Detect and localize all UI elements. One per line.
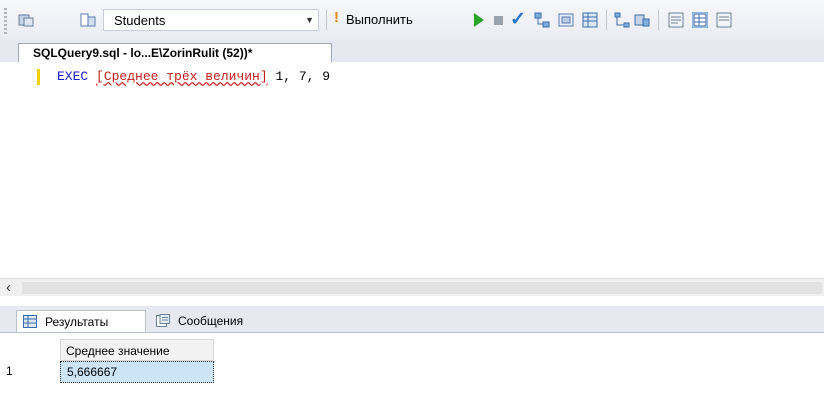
tab-results[interactable]: Результаты [16, 310, 146, 332]
tab-results-label: Результаты [45, 315, 109, 329]
horizontal-scrollbar[interactable]: ‹ [0, 278, 824, 297]
query-editor[interactable]: EXEC [Среднее трёх величин] 1, 7, 9 [0, 62, 824, 278]
execute-icon[interactable]: ! [334, 9, 339, 26]
column-header-label: Среднее значение [66, 344, 170, 358]
changed-line-marker [37, 69, 40, 85]
client-statistics-icon[interactable] [634, 12, 650, 28]
sql-keyword: EXEC [57, 69, 89, 84]
scrollbar-track[interactable] [22, 282, 822, 294]
row-number[interactable]: 1 [6, 364, 13, 378]
procedure-name: [Среднее трёх величин] [96, 69, 268, 84]
tab-query-title: SQLQuery9.sql - lo...E\ZorinRulit (52))* [33, 46, 253, 60]
include-actual-plan-icon[interactable] [614, 12, 630, 28]
tab-query-document[interactable]: SQLQuery9.sql - lo...E\ZorinRulit (52))* [18, 43, 332, 62]
column-header[interactable]: Среднее значение [60, 339, 214, 361]
available-databases-icon[interactable] [80, 12, 96, 28]
toolbar-grip[interactable] [4, 8, 7, 34]
database-selector[interactable]: Students ▼ [103, 9, 319, 31]
database-selector-value: Students [114, 13, 166, 28]
toolbar-separator [658, 10, 659, 30]
toolbar-separator [326, 10, 327, 30]
parse-check-icon[interactable]: ✓ [510, 8, 526, 31]
change-connection-icon[interactable] [18, 12, 34, 28]
tab-messages[interactable]: Сообщения [150, 310, 266, 332]
results-to-text-icon[interactable] [668, 12, 684, 28]
document-tab-strip: SQLQuery9.sql - lo...E\ZorinRulit (52))* [0, 40, 824, 62]
display-execution-plan-icon[interactable] [534, 12, 550, 28]
messages-icon [156, 314, 170, 327]
query-toolbar: Students ▼ ! Выполнить ✓ [0, 0, 824, 41]
chevron-down-icon[interactable]: ▼ [305, 15, 314, 25]
results-to-file-icon[interactable] [716, 12, 732, 28]
scroll-left-icon[interactable]: ‹ [6, 279, 11, 296]
results-tab-strip: Результаты Сообщения [0, 306, 824, 333]
results-to-grid-icon[interactable] [692, 12, 708, 28]
result-cell-value: 5,666667 [67, 365, 118, 379]
tab-messages-label: Сообщения [178, 314, 244, 328]
execute-button[interactable]: Выполнить [346, 12, 413, 27]
debug-play-icon[interactable] [474, 13, 484, 27]
code-line[interactable]: EXEC [Среднее трёх величин] 1, 7, 9 [57, 69, 330, 84]
toolbar-separator [606, 10, 607, 30]
cancel-query-icon[interactable] [494, 16, 503, 25]
query-designer-icon[interactable] [558, 12, 574, 28]
grid-icon [23, 315, 37, 328]
result-cell[interactable]: 5,666667 [60, 361, 214, 383]
results-to-grid-icon[interactable] [582, 12, 598, 28]
procedure-arguments: 1, 7, 9 [267, 69, 331, 84]
results-pane: Результаты Сообщения Среднее значение 1 … [0, 296, 824, 405]
